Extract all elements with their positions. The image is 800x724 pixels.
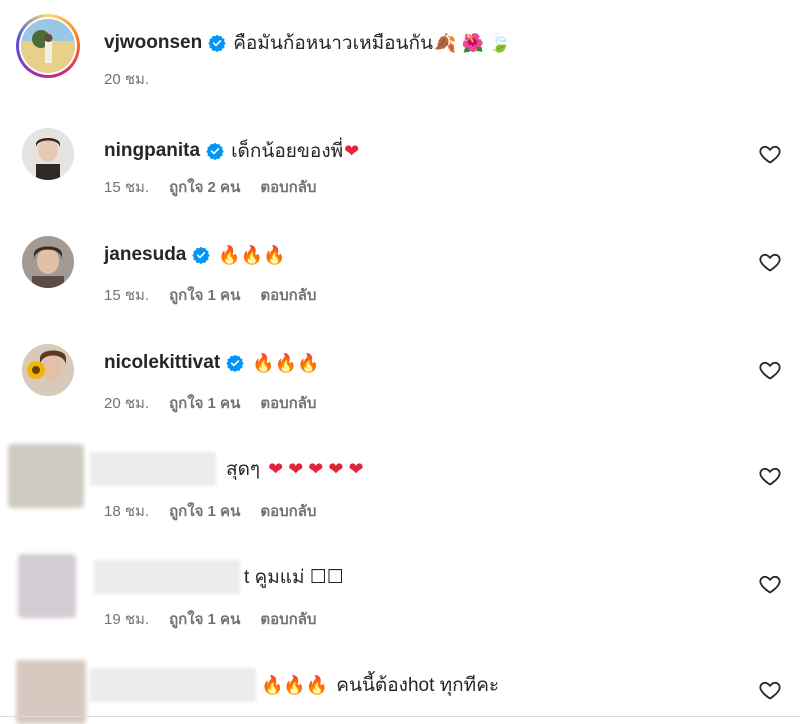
heart-outline-icon[interactable] xyxy=(758,678,782,702)
comment-item: t คูมแม่ ☐☐ 19 ชม. ถูกใจ 1 คน ตอบกลับ xyxy=(0,540,800,640)
comment-item: สุดๆ ❤ ❤ ❤ ❤ ❤ 18 ชม. ถูกใจ 1 คน ตอบกลับ xyxy=(0,432,800,532)
comment-emoji: 🔥🔥🔥 xyxy=(252,352,320,373)
comment-time: 15 ชม. xyxy=(104,287,150,304)
comment-emoji: ❤ xyxy=(344,140,360,161)
comment-text: คือมันก้อหนาวเหมือนกัน xyxy=(233,33,434,54)
heart-outline-icon[interactable] xyxy=(758,464,782,488)
comment-emoji: ❤ ❤ ❤ ❤ ❤ xyxy=(268,458,364,479)
comment-item: nicolekittivat 🔥🔥🔥 20 ชม. ถูกใจ 1 คน ตอบ… xyxy=(0,324,800,424)
reply-button[interactable]: ตอบกลับ xyxy=(260,283,316,307)
like-count[interactable]: ถูกใจ 2 คน xyxy=(169,175,240,199)
comment-time: 20 ชม. xyxy=(104,71,150,88)
like-count[interactable]: ถูกใจ 1 คน xyxy=(169,283,240,307)
reply-button[interactable]: ตอบกลับ xyxy=(260,607,316,631)
like-count[interactable]: ถูกใจ 1 คน xyxy=(169,391,240,415)
reply-button[interactable]: ตอบกลับ xyxy=(260,391,316,415)
comment-item: 🔥🔥🔥 คนนี้ต้องhot ทุกทีคะ xyxy=(0,648,800,724)
username[interactable]: vjwoonsen xyxy=(104,32,202,54)
username[interactable]: janesuda xyxy=(104,244,186,266)
comment-emoji: 🔥🔥🔥 xyxy=(261,674,329,695)
comment-time: 20 ชม. xyxy=(104,395,150,412)
like-count[interactable]: ถูกใจ 1 คน xyxy=(169,607,240,631)
avatar[interactable] xyxy=(22,236,74,288)
verified-badge-icon xyxy=(208,34,226,52)
comment-text: t คูมแม่ ☐☐ xyxy=(244,567,344,588)
username-blurred[interactable] xyxy=(90,668,256,702)
username[interactable]: nicolekittivat xyxy=(104,352,220,374)
comment-time: 19 ชม. xyxy=(104,611,150,628)
avatar[interactable] xyxy=(22,128,74,180)
comment-emoji: 🍂 🌺 🍃 xyxy=(434,32,512,53)
avatar[interactable] xyxy=(21,19,75,73)
comment-text: คนนี้ต้องhot ทุกทีคะ xyxy=(336,675,500,696)
verified-badge-icon xyxy=(226,354,244,372)
comment-item: janesuda 🔥🔥🔥 15 ชม. ถูกใจ 1 คน ตอบกลับ xyxy=(0,216,800,316)
divider xyxy=(0,716,800,717)
username[interactable]: ningpanita xyxy=(104,140,200,162)
verified-badge-icon xyxy=(206,142,224,160)
avatar-blurred[interactable] xyxy=(8,444,84,508)
comment-time: 15 ชม. xyxy=(104,179,150,196)
avatar[interactable] xyxy=(22,344,74,396)
avatar-blurred[interactable] xyxy=(16,660,86,724)
reply-button[interactable]: ตอบกลับ xyxy=(260,175,316,199)
like-count[interactable]: ถูกใจ 1 คน xyxy=(169,499,240,523)
reply-button[interactable]: ตอบกลับ xyxy=(260,499,316,523)
comment-text: เด็กน้อยของพี่ xyxy=(231,141,344,162)
heart-outline-icon[interactable] xyxy=(758,250,782,274)
comment-text: สุดๆ xyxy=(226,459,261,480)
heart-outline-icon[interactable] xyxy=(758,358,782,382)
story-ring[interactable] xyxy=(16,14,80,78)
avatar-blurred[interactable] xyxy=(18,554,76,618)
comment-item: ningpanita เด็กน้อยของพี่ ❤ 15 ชม. ถูกใจ… xyxy=(0,108,800,208)
comment-time: 18 ชม. xyxy=(104,503,150,520)
comment-emoji: 🔥🔥🔥 xyxy=(218,244,286,265)
username-blurred[interactable] xyxy=(94,560,240,594)
heart-outline-icon[interactable] xyxy=(758,572,782,596)
username-blurred[interactable] xyxy=(90,452,216,486)
verified-badge-icon xyxy=(192,246,211,264)
comment-item: vjwoonsen คือมันก้อหนาวเหมือนกัน 🍂 🌺 🍃 2… xyxy=(0,0,800,100)
heart-outline-icon[interactable] xyxy=(758,142,782,166)
